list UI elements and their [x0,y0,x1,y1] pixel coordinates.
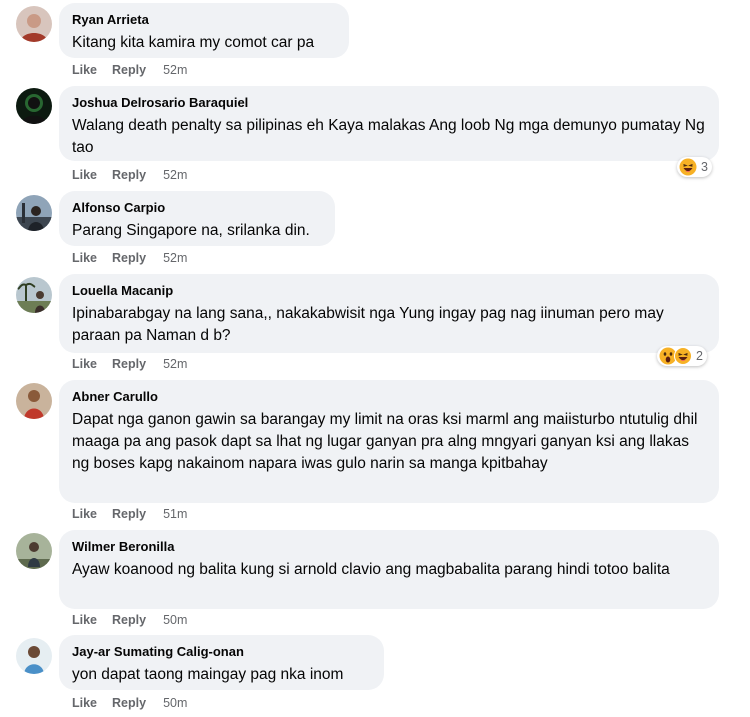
like-button[interactable]: Like [72,357,97,371]
like-button[interactable]: Like [72,696,97,710]
avatar[interactable] [16,638,52,674]
reaction-count: 3 [701,160,708,174]
comment-author[interactable]: Ryan Arrieta [72,12,336,28]
comment-bubble: Jay-ar Sumating Calig-onan yon dapat tao… [59,635,384,690]
avatar[interactable] [16,195,52,231]
comment-actions: Like Reply 52m [72,63,187,77]
avatar[interactable] [16,383,52,419]
user-avatar-icon [16,638,52,674]
comment-text: Dapat nga ganon gawin sa barangay my lim… [72,411,698,472]
avatar[interactable] [16,277,52,313]
comment-actions: Like Reply 51m [72,507,187,521]
comment-bubble: Abner Carullo Dapat nga ganon gawin sa b… [59,380,719,503]
comment-timestamp[interactable]: 52m [163,63,187,77]
comment-bubble: Louella Macanip Ipinabarabgay na lang sa… [59,274,719,353]
avatar[interactable] [16,533,52,569]
comment-timestamp[interactable]: 52m [163,251,187,265]
comment-author[interactable]: Wilmer Beronilla [72,539,706,555]
reaction-summary[interactable]: 3 [677,157,712,177]
avatar[interactable] [16,88,52,124]
like-button[interactable]: Like [72,613,97,627]
like-button[interactable]: Like [72,63,97,77]
user-avatar-icon [16,383,52,419]
reply-button[interactable]: Reply [112,251,146,265]
like-button[interactable]: Like [72,251,97,265]
comment-author[interactable]: Alfonso Carpio [72,200,322,216]
comment-author[interactable]: Louella Macanip [72,283,706,299]
user-avatar-icon [16,6,52,42]
comment-bubble: Wilmer Beronilla Ayaw koanood ng balita … [59,530,719,609]
reaction-summary[interactable]: 2 [657,346,707,366]
like-button[interactable]: Like [72,507,97,521]
reaction-count: 2 [696,349,703,363]
comment-author[interactable]: Abner Carullo [72,389,706,405]
comment-timestamp[interactable]: 50m [163,696,187,710]
like-button[interactable]: Like [72,168,97,182]
comment-author[interactable]: Joshua Delrosario Baraquiel [72,95,706,111]
comment-actions: Like Reply 52m [72,251,187,265]
comment-timestamp[interactable]: 52m [163,168,187,182]
comment-text: Parang Singapore na, srilanka din. [72,222,310,239]
reply-button[interactable]: Reply [112,696,146,710]
reply-button[interactable]: Reply [112,63,146,77]
comment-text: yon dapat taong maingay pag nka inom [72,666,344,683]
haha-emoji-icon [679,158,697,176]
haha-emoji-icon [674,347,692,365]
user-avatar-icon [16,88,52,124]
comment-bubble: Ryan Arrieta Kitang kita kamira my comot… [59,3,349,58]
comment-bubble: Joshua Delrosario Baraquiel Walang death… [59,86,719,161]
comment-text: Ayaw koanood ng balita kung si arnold cl… [72,561,670,578]
comment-timestamp[interactable]: 51m [163,507,187,521]
user-avatar-icon [16,533,52,569]
comment-actions: Like Reply 52m [72,168,187,182]
comment-text: Ipinabarabgay na lang sana,, nakakabwisi… [72,305,664,344]
comment-timestamp[interactable]: 50m [163,613,187,627]
reply-button[interactable]: Reply [112,168,146,182]
user-avatar-icon [16,195,52,231]
avatar[interactable] [16,6,52,42]
user-avatar-icon [16,277,52,313]
comment-bubble: Alfonso Carpio Parang Singapore na, sril… [59,191,335,246]
reply-button[interactable]: Reply [112,613,146,627]
comment-timestamp[interactable]: 52m [163,357,187,371]
comment-author[interactable]: Jay-ar Sumating Calig-onan [72,644,371,660]
comment-actions: Like Reply 52m [72,357,187,371]
comment-actions: Like Reply 50m [72,613,187,627]
comment-text: Kitang kita kamira my comot car pa [72,34,315,51]
reply-button[interactable]: Reply [112,357,146,371]
reply-button[interactable]: Reply [112,507,146,521]
comment-actions: Like Reply 50m [72,696,187,710]
comment-text: Walang death penalty sa pilipinas eh Kay… [72,117,705,156]
